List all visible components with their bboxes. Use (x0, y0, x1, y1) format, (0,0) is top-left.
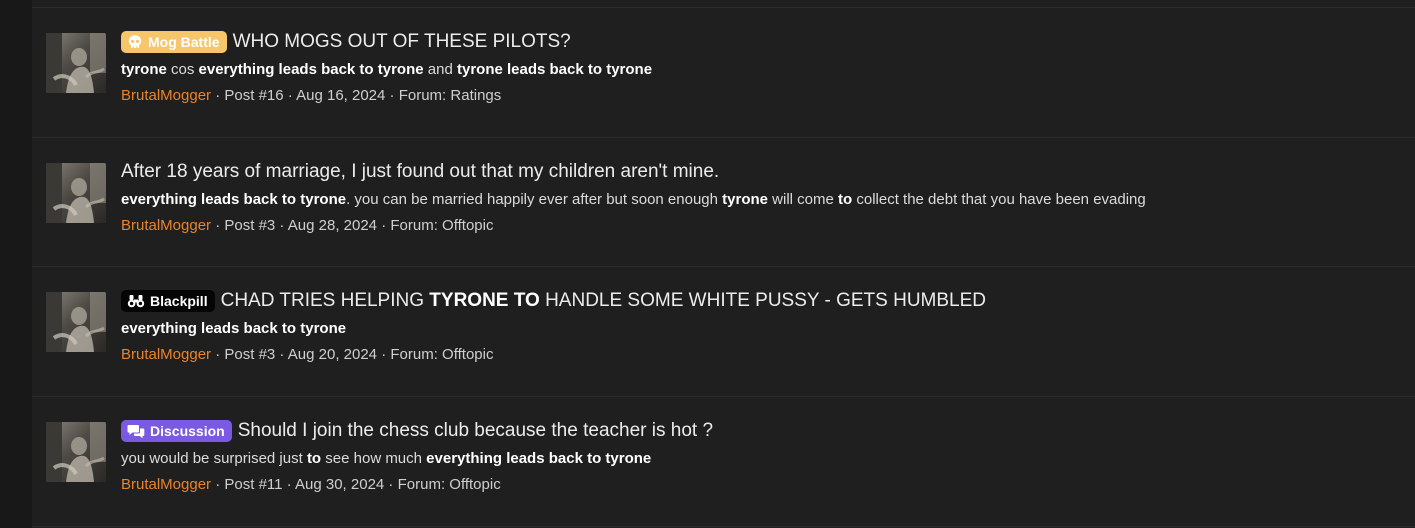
result-snippet: everything leads back to tyrone (121, 319, 346, 339)
thread-title-link[interactable]: After 18 years of marriage, I just found… (121, 159, 719, 185)
skull-icon (127, 34, 148, 50)
title-text: Should I join the chess club because the… (237, 420, 714, 441)
search-result-row: Blackpill CHAD TRIES HELPING TYRONE TO HA… (32, 288, 1415, 416)
prefix-badge-label: Mog Battle (148, 34, 220, 50)
meta-separator: · (377, 217, 391, 234)
prefix-badge[interactable]: Mog Battle (121, 31, 227, 53)
result-title-line: Blackpill CHAD TRIES HELPING TYRONE TO HA… (121, 288, 986, 314)
snippet-text: and (423, 61, 457, 78)
search-result-row: Mog Battle WHO MOGS OUT OF THESE PILOTS? t… (32, 29, 1415, 157)
highlighted-term: everything leads back to tyrone (426, 450, 652, 467)
thread-title-link[interactable]: CHAD TRIES HELPING TYRONE TO HANDLE SOME… (221, 288, 986, 314)
author-link[interactable]: BrutalMogger (121, 346, 211, 363)
author-link[interactable]: BrutalMogger (121, 476, 211, 493)
meta-separator: · (211, 476, 225, 493)
result-snippet: you would be surprised just to see how m… (121, 449, 651, 469)
forum-link[interactable]: Forum: Ratings (399, 87, 502, 104)
thread-title-link[interactable]: Should I join the chess club because the… (238, 418, 713, 444)
prefix-badge-label: Discussion (150, 423, 225, 439)
meta-separator: · (385, 87, 399, 104)
result-title-line: Mog Battle WHO MOGS OUT OF THESE PILOTS? (121, 29, 571, 55)
snippet-text: collect the debt that you have been evad… (852, 191, 1146, 208)
search-results-page: Mog Battle WHO MOGS OUT OF THESE PILOTS? t… (0, 0, 1415, 528)
title-text: After 18 years of marriage, I just found… (121, 161, 720, 182)
title-text: HANDLE SOME WHITE PUSSY - GETS HUMBLED (539, 290, 987, 311)
meta-separator: · (211, 217, 225, 234)
author-link[interactable]: BrutalMogger (121, 87, 211, 104)
forum-link[interactable]: Forum: Offtopic (390, 217, 493, 234)
meta-separator: · (384, 476, 398, 493)
meta-separator: · (275, 217, 288, 234)
result-title-line: Discussion Should I join the chess club b… (121, 418, 713, 444)
snippet-text: you would be surprised just (121, 450, 307, 467)
post-number: Post #3 (224, 217, 276, 234)
row-divider (32, 7, 1415, 8)
highlighted-term: tyrone (121, 61, 167, 78)
post-number: Post #11 (224, 476, 283, 493)
prefix-badge[interactable]: Blackpill (121, 290, 215, 312)
search-result-row: Discussion Should I join the chess club b… (32, 418, 1415, 528)
post-number: Post #16 (224, 87, 284, 104)
title-text: CHAD TRIES HELPING (220, 290, 430, 311)
post-date: Aug 16, 2024 (296, 87, 386, 104)
result-meta: BrutalMogger · Post #16 · Aug 16, 2024 ·… (121, 86, 501, 106)
result-meta: BrutalMogger · Post #3 · Aug 28, 2024 · … (121, 216, 493, 236)
forum-link[interactable]: Forum: Offtopic (398, 476, 501, 493)
meta-separator: · (282, 476, 296, 493)
result-meta: BrutalMogger · Post #11 · Aug 30, 2024 ·… (121, 475, 501, 495)
result-snippet: everything leads back to tyrone. you can… (121, 190, 1146, 210)
result-title-line: After 18 years of marriage, I just found… (121, 159, 719, 185)
result-meta: BrutalMogger · Post #3 · Aug 20, 2024 · … (121, 345, 493, 365)
result-snippet: tyrone cos everything leads back to tyro… (121, 60, 652, 80)
meta-separator: · (275, 346, 288, 363)
highlighted-term: to (838, 191, 853, 208)
avatar[interactable] (46, 292, 106, 352)
prefix-badge-label: Blackpill (150, 293, 208, 309)
prefix-badge[interactable]: Discussion (121, 420, 232, 442)
author-link[interactable]: BrutalMogger (121, 217, 211, 234)
highlighted-term: tyrone leads back to tyrone (456, 61, 653, 78)
snippet-text: . you can be married happily ever after … (346, 191, 723, 208)
avatar[interactable] (46, 33, 106, 93)
thread-title-link[interactable]: WHO MOGS OUT OF THESE PILOTS? (233, 29, 571, 55)
avatar[interactable] (46, 163, 106, 223)
search-results-list: Mog Battle WHO MOGS OUT OF THESE PILOTS? t… (32, 0, 1415, 528)
chat-bubbles-icon (127, 423, 150, 439)
snippet-text: cos (166, 61, 199, 78)
meta-separator: · (377, 346, 391, 363)
forum-link[interactable]: Forum: Offtopic (390, 346, 493, 363)
title-text: WHO MOGS OUT OF THESE PILOTS? (232, 31, 571, 52)
search-result-row: After 18 years of marriage, I just found… (32, 159, 1415, 287)
highlighted-term: everything leads back to tyrone (198, 61, 424, 78)
meta-separator: · (211, 346, 225, 363)
highlighted-term: everything leads back to tyrone (121, 191, 347, 208)
avatar[interactable] (46, 422, 106, 482)
post-date: Aug 20, 2024 (287, 346, 378, 363)
meta-separator: · (211, 87, 225, 104)
snippet-text: will come (768, 191, 839, 208)
snippet-text: see how much (321, 450, 427, 467)
binoculars-icon (127, 293, 150, 309)
post-date: Aug 28, 2024 (287, 217, 378, 234)
meta-separator: · (283, 87, 297, 104)
post-number: Post #3 (224, 346, 276, 363)
post-date: Aug 30, 2024 (295, 476, 385, 493)
highlighted-term: TYRONE TO (429, 290, 540, 311)
highlighted-term: tyrone (722, 191, 768, 208)
highlighted-term: to (306, 450, 322, 467)
highlighted-term: everything leads back to tyrone (121, 320, 347, 337)
